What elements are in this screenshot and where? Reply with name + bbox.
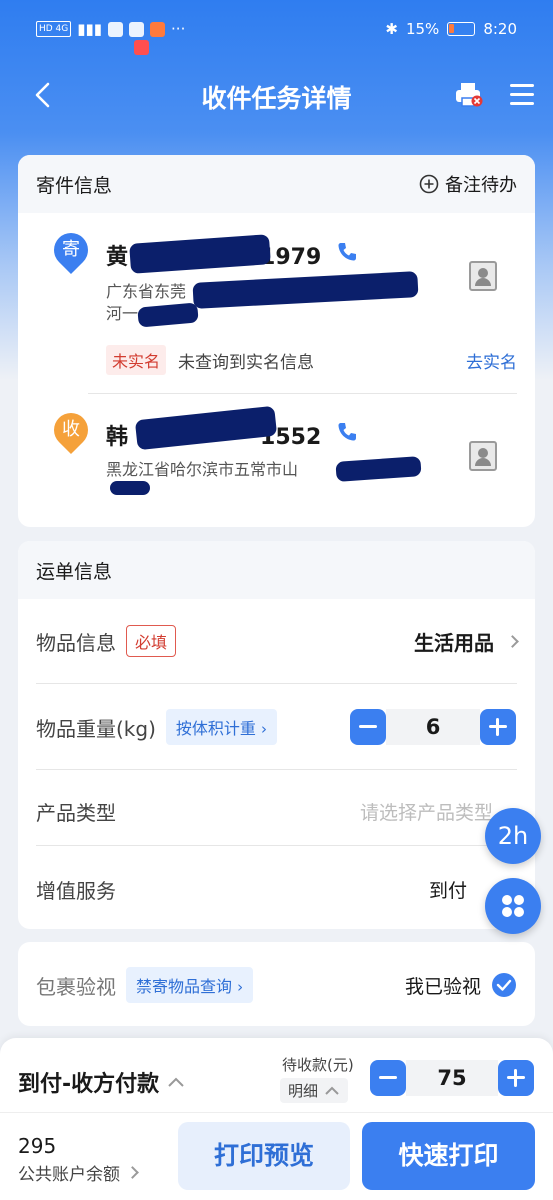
signal-icon: ▮▮▮ (77, 20, 103, 38)
amount-decrease-button[interactable] (370, 1060, 406, 1096)
inspection-row: 包裹验视 禁寄物品查询 › 我已验视 (36, 967, 517, 1003)
weight-increase-button[interactable] (480, 709, 516, 745)
verify-link[interactable]: 去实名 (466, 348, 517, 373)
chevron-right-icon (506, 634, 519, 648)
amount-increase-button[interactable] (498, 1060, 534, 1096)
item-info-value: 生活用品 (414, 630, 494, 655)
sender-name-start: 黄 (106, 245, 129, 270)
video-app-icon (150, 21, 166, 37)
battery-icon (447, 22, 476, 36)
waybill-card: 运单信息 物品信息 必填 生活用品 物品重量(kg) 按体积计重 › 6 产品类… (18, 541, 535, 929)
payment-mode-label: 到付-收方付款 (18, 1072, 160, 1097)
item-info-row[interactable]: 物品信息 必填 生活用品 (36, 625, 519, 657)
grid-icon (502, 895, 524, 917)
value-added-value: 到付 (428, 880, 467, 902)
payment-footer: 到付-收方付款 待收款(元) 明细 75 295 公共账户余额 打印预览 快速打… (0, 1038, 553, 1200)
more-notifications-icon: ··· (171, 20, 186, 38)
wechat-icon (129, 21, 145, 37)
note-todo-label: 备注待办 (445, 175, 517, 196)
volume-weight-button[interactable]: 按体积计重 › (165, 709, 277, 745)
inspection-card: 包裹验视 禁寄物品查询 › 我已验视 (18, 942, 535, 1026)
chevron-right-icon (126, 1166, 139, 1179)
waybill-card-header: 运单信息 (18, 541, 535, 599)
unverified-message: 未查询到实名信息 (178, 352, 315, 373)
unverified-tag: 未实名 (106, 345, 167, 375)
payment-mode-selector[interactable]: 到付-收方付款 (18, 1066, 185, 1098)
menu-icon[interactable] (510, 84, 534, 106)
chevron-up-icon (168, 1077, 184, 1087)
apps-float-button[interactable] (485, 878, 541, 934)
sender-card-header: 寄件信息 备注待办 (18, 155, 535, 213)
detail-label: 明细 (288, 1082, 319, 1100)
weight-value[interactable]: 6 (386, 709, 480, 745)
nav-bar: 收件任务详情 (0, 62, 553, 128)
pending-amount-label: 待收款(元) (282, 1056, 354, 1074)
red-app-icon (134, 40, 150, 55)
sender-badge-text: 寄 (62, 239, 80, 260)
forbidden-items-label: 禁寄物品查询 (136, 977, 233, 996)
weight-decrease-button[interactable] (350, 709, 386, 745)
balance-link[interactable]: 公共账户余额 (18, 1160, 139, 1185)
print-preview-button[interactable]: 打印预览 (178, 1122, 350, 1190)
checked-circle-icon[interactable] (491, 972, 517, 998)
chevron-up-icon (325, 1086, 339, 1095)
amount-value[interactable]: 75 (406, 1060, 498, 1096)
redaction-scribble (110, 481, 150, 495)
contact-book-icon[interactable] (469, 261, 497, 291)
forbidden-items-link[interactable]: 禁寄物品查询 › (126, 967, 254, 1003)
row-divider (36, 845, 517, 846)
receiver-badge: 收 (46, 405, 96, 455)
item-info-label: 物品信息 (36, 630, 116, 655)
value-added-label: 增值服务 (36, 879, 116, 903)
phone-icon[interactable] (336, 241, 358, 263)
balance-amount: 295 (18, 1134, 57, 1158)
required-tag: 必填 (126, 625, 177, 657)
waybill-section-title: 运单信息 (36, 560, 113, 583)
quick-print-button[interactable]: 快速打印 (362, 1122, 535, 1190)
verification-row: 未实名 未查询到实名信息 (106, 345, 314, 375)
inspection-label: 包裹验视 (36, 974, 116, 999)
timer-float-button[interactable]: 2h (485, 808, 541, 864)
product-type-label: 产品类型 (36, 801, 116, 825)
clock: 8:20 (483, 20, 517, 38)
row-divider (36, 769, 517, 770)
product-type-row[interactable]: 产品类型 请选择产品类型 (36, 797, 517, 826)
add-circle-icon (419, 174, 439, 194)
sender-section-title: 寄件信息 (36, 174, 113, 197)
sender-badge: 寄 (46, 225, 96, 275)
receiver-name-start: 韩 (106, 425, 129, 450)
timer-label: 2h (497, 822, 529, 850)
network-type: HD 4G (36, 21, 72, 37)
bluetooth-icon: ✱ (385, 20, 398, 38)
contact-book-icon[interactable] (469, 441, 497, 471)
phone-icon[interactable] (336, 421, 358, 443)
weight-label: 物品重量(kg) (36, 716, 156, 741)
balance-label: 公共账户余额 (18, 1165, 120, 1185)
detail-toggle[interactable]: 明细 (280, 1078, 349, 1103)
value-added-row[interactable]: 增值服务 到付 (36, 875, 517, 904)
card-divider (88, 393, 517, 394)
note-todo-button[interactable]: 备注待办 (419, 171, 517, 197)
app-notification-icon (108, 21, 124, 37)
printer-icon[interactable] (454, 82, 484, 108)
row-divider (36, 683, 517, 684)
status-bar: HD 4G ▮▮▮ ··· ✱ 15% 8:20 (0, 0, 553, 62)
footer-divider (0, 1112, 553, 1113)
sender-card: 寄件信息 备注待办 寄 黄 1979 广东省东莞 河一 未实名 未查询到实名信息 … (18, 155, 535, 527)
volume-weight-label: 按体积计重 (175, 719, 256, 738)
product-type-placeholder: 请选择产品类型 (359, 802, 493, 824)
receiver-badge-text: 收 (62, 419, 80, 440)
inspected-label: 我已验视 (404, 975, 481, 998)
battery-percent: 15% (405, 20, 440, 38)
